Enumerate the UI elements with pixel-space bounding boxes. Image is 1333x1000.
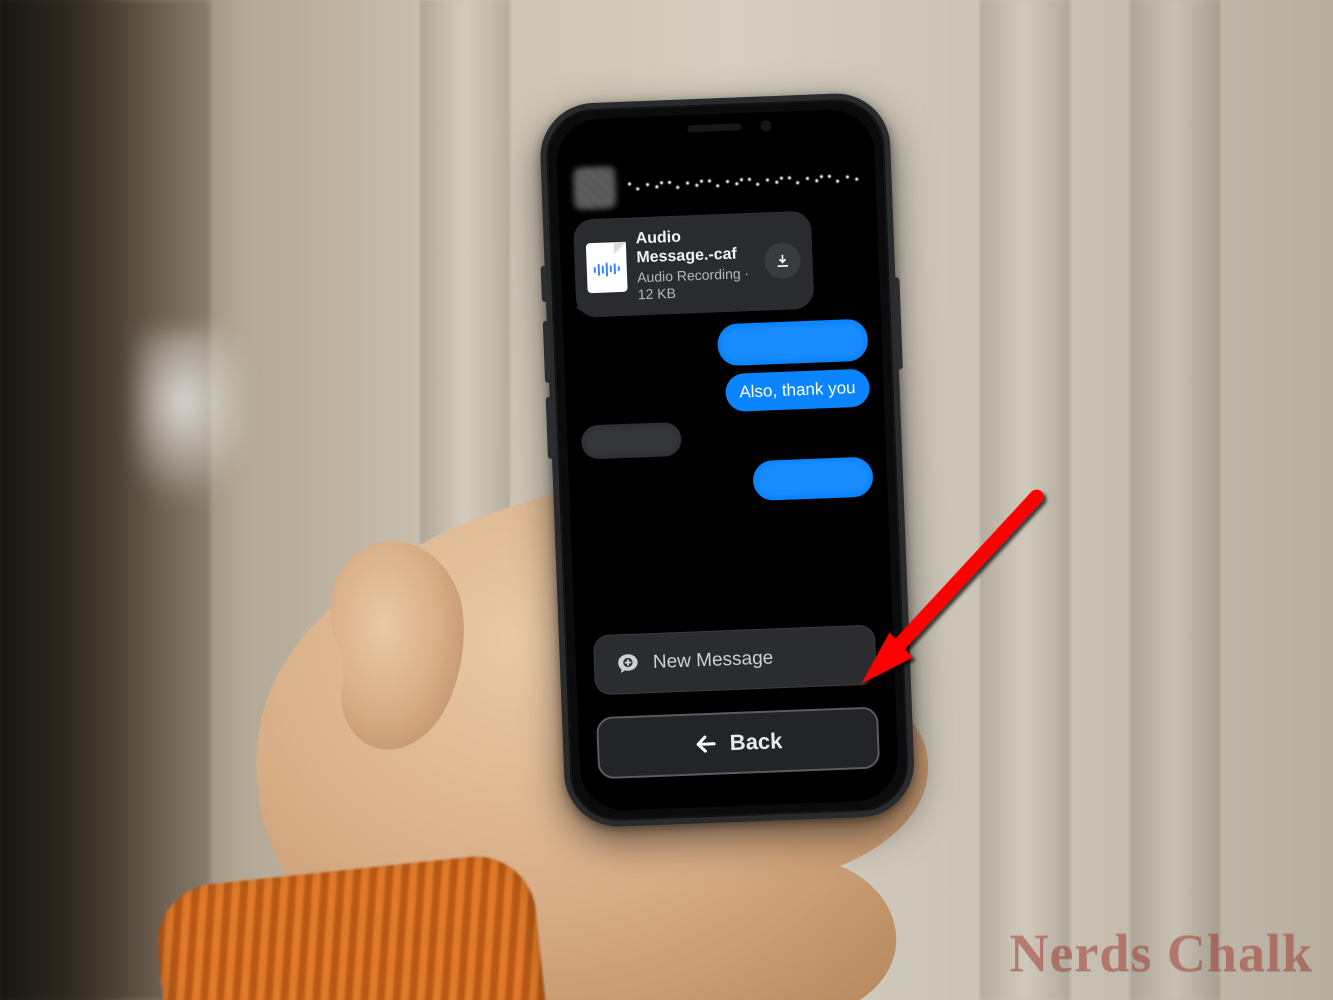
watermark: Nerds Chalk [1009,922,1313,984]
curtain-fold [1130,0,1220,1000]
curtain-fold [980,0,1070,1000]
chat-plus-icon [614,651,641,678]
audio-attachment-card[interactable]: Audio Message.-caf Audio Recording · 12 … [573,211,815,318]
received-message-redacted[interactable] [581,421,682,459]
back-label: Back [729,728,783,756]
bubble-tail [572,297,586,311]
side-button-vol-up [543,321,551,383]
action-area: New Message Back [589,618,885,793]
contact-name-redacted [625,165,860,200]
download-icon [773,251,792,270]
side-button-silent [541,266,548,302]
avatar-redacted [573,166,617,210]
sent-message-redacted[interactable] [752,456,873,501]
download-button[interactable] [764,242,801,279]
curtain-fold [420,0,510,1000]
audio-file-icon [586,242,628,293]
new-message-label: New Message [653,647,774,674]
sent-message-redacted[interactable] [717,319,869,367]
message-list: Also, thank you [577,319,874,508]
audio-subtitle: Audio Recording · 12 KB [637,265,756,303]
window-glow [135,330,255,510]
sent-message[interactable]: Also, thank you [725,369,871,412]
audio-text: Audio Message.-caf Audio Recording · 12 … [635,225,756,303]
audio-title: Audio Message.-caf [635,225,754,268]
messages-app: Audio Message.-caf Audio Recording · 12 … [555,108,899,812]
phone-screen: Audio Message.-caf Audio Recording · 12 … [555,108,899,812]
new-message-button[interactable]: New Message [593,625,877,696]
sent-message-text: Also, thank you [739,378,856,401]
side-button-vol-down [546,397,554,459]
back-button[interactable]: Back [596,706,880,779]
phone-frame: Audio Message.-caf Audio Recording · 12 … [538,92,916,829]
conversation-header[interactable] [573,157,860,210]
arrow-left-icon [693,732,718,757]
